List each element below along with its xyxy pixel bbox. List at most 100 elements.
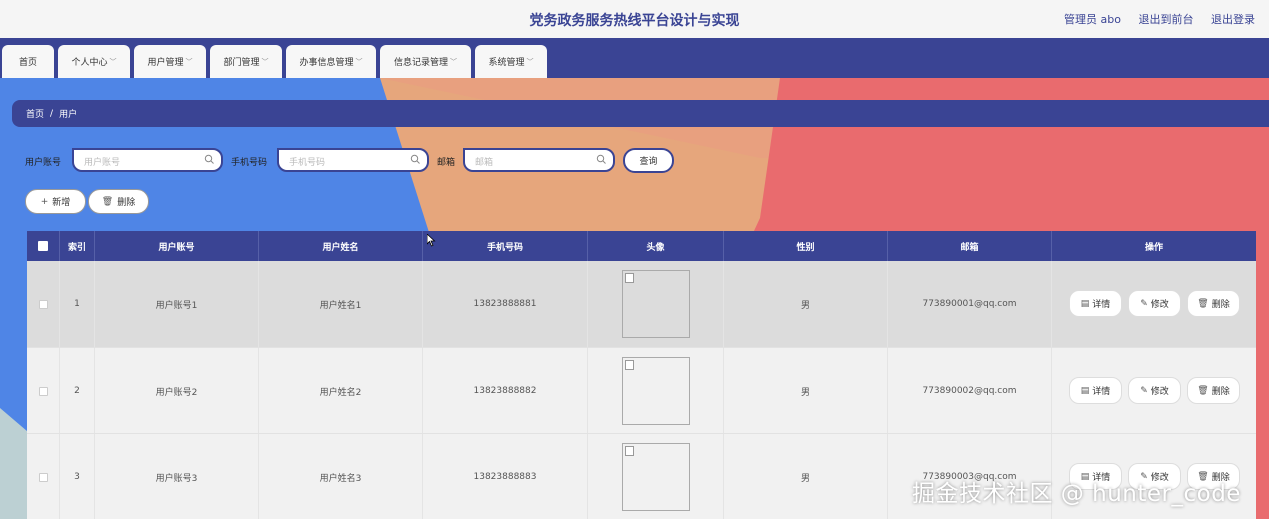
- pencil-icon: ✎: [1140, 298, 1148, 309]
- cell-account: 用户账号3: [95, 434, 259, 519]
- cell-email: 773890002@qq.com: [888, 348, 1052, 434]
- breadcrumb-home[interactable]: 首页: [26, 107, 44, 120]
- chevron-down-icon: ﹀: [355, 57, 363, 66]
- search-icon: [596, 154, 606, 164]
- nav-home-label: 首页: [18, 58, 37, 68]
- pencil-icon: ✎: [1140, 385, 1148, 396]
- table-header: 索引 用户账号 用户姓名 手机号码 头像 性别 邮箱 操作: [27, 231, 1256, 261]
- breadcrumb: 首页 / 用户: [12, 100, 1269, 127]
- delete-button-label: 删除: [1211, 387, 1230, 397]
- cell-phone: 13823888881: [423, 261, 588, 347]
- cell-name: 用户姓名2: [259, 348, 423, 434]
- select-all-checkbox[interactable]: [38, 241, 48, 251]
- cell-account: 用户账号2: [95, 348, 259, 434]
- nav-affairs-info-management-label: 办事信息管理: [299, 58, 354, 68]
- detail-button-label: 详情: [1092, 387, 1111, 397]
- batch-delete-button-label: 删除: [117, 198, 136, 208]
- document-icon: ▤: [1080, 385, 1090, 396]
- nav-personal-center-label: 个人中心: [71, 58, 108, 68]
- cell-email: 773890001@qq.com: [888, 261, 1052, 347]
- cell-name: 用户姓名3: [259, 434, 423, 519]
- cell-index: 3: [60, 434, 95, 519]
- chevron-down-icon: ﹀: [450, 57, 457, 66]
- delete-button-label: 删除: [1211, 300, 1230, 310]
- phone-search-input[interactable]: 手机号码: [277, 148, 429, 172]
- col-account: 用户账号: [95, 231, 259, 261]
- col-email: 邮箱: [888, 231, 1052, 261]
- cell-index: 1: [60, 261, 95, 347]
- phone-search-label: 手机号码: [231, 158, 268, 168]
- col-actions: 操作: [1144, 242, 1163, 253]
- cell-actions: ▤ 详情 ✎ 修改 🗑 删除: [1052, 261, 1256, 347]
- detail-button[interactable]: ▤ 详情: [1069, 290, 1122, 317]
- nav-personal-center[interactable]: 个人中心 ﹀: [58, 45, 130, 78]
- nav-user-management[interactable]: 用户管理 ﹀: [134, 45, 206, 78]
- cell-actions: ▤ 详情 ✎ 修改 🗑 删除: [1052, 348, 1256, 434]
- account-search-label: 用户账号: [25, 158, 62, 168]
- breadcrumb-separator: /: [50, 108, 54, 119]
- breadcrumb-current: 用户: [59, 110, 78, 120]
- nav-affairs-info-management[interactable]: 办事信息管理 ﹀: [286, 45, 376, 78]
- nav-system-management-label: 系统管理: [488, 58, 525, 68]
- trash-icon: 🗑: [101, 196, 114, 207]
- edit-button[interactable]: ✎ 修改: [1128, 290, 1181, 317]
- edit-button-label: 修改: [1150, 387, 1169, 397]
- delete-button[interactable]: 🗑 删除: [1187, 290, 1240, 317]
- main-nav: 首页 个人中心 ﹀ 用户管理 ﹀ 部门管理 ﹀ 办事信息管理 ﹀ 信息记录管理 ﹀ 系统管…: [0, 38, 1269, 78]
- col-phone: 手机号码: [423, 231, 588, 261]
- edit-button[interactable]: ✎ 修改: [1128, 377, 1181, 404]
- row-checkbox[interactable]: [38, 299, 48, 309]
- table-row[interactable]: 2 用户账号2 用户姓名2 13823888882 男 773890002@qq…: [27, 347, 1256, 434]
- document-icon: ▤: [1080, 298, 1090, 309]
- query-button-label: 查询: [639, 157, 658, 167]
- logout-link[interactable]: 退出登录: [1211, 13, 1255, 26]
- trash-icon: 🗑: [1197, 385, 1209, 396]
- search-icon: [204, 154, 214, 164]
- cell-index: 2: [60, 348, 95, 434]
- row-checkbox[interactable]: [38, 472, 48, 482]
- row-checkbox[interactable]: [38, 386, 48, 396]
- search-icon: [410, 154, 420, 164]
- col-index: 索引: [60, 231, 95, 261]
- detail-button-label: 详情: [1092, 300, 1111, 310]
- broken-image-icon: [624, 446, 634, 456]
- edit-button-label: 修改: [1150, 300, 1169, 310]
- row-select-cell: [27, 261, 60, 347]
- nav-info-record-management-label: 信息记录管理: [393, 58, 448, 68]
- watermark: 掘金技术社区 @ hunter_code: [912, 481, 1241, 507]
- cell-avatar: [588, 348, 724, 434]
- back-to-front-link[interactable]: 退出到前台: [1139, 13, 1194, 26]
- avatar: [621, 270, 690, 338]
- nav-department-management[interactable]: 部门管理 ﹀: [210, 45, 282, 78]
- row-select-cell: [27, 348, 60, 434]
- broken-image-icon: [624, 360, 634, 370]
- cell-account: 用户账号1: [95, 261, 259, 347]
- plus-icon: +: [40, 196, 49, 207]
- cell-phone: 13823888882: [423, 348, 588, 434]
- col-name: 用户姓名: [259, 231, 423, 261]
- cell-avatar: [588, 261, 724, 347]
- cell-phone: 13823888883: [423, 434, 588, 519]
- add-button[interactable]: + 新增: [25, 189, 86, 214]
- delete-button[interactable]: 🗑 删除: [1187, 377, 1240, 404]
- add-button-label: 新增: [52, 198, 71, 208]
- col-avatar: 头像: [588, 231, 724, 261]
- nav-info-record-management[interactable]: 信息记录管理 ﹀: [380, 45, 471, 78]
- table-row[interactable]: 1 用户账号1 用户姓名1 13823888881 男 773890001@qq…: [27, 261, 1256, 348]
- nav-home[interactable]: 首页: [2, 45, 54, 78]
- row-select-cell: [27, 434, 60, 519]
- query-button[interactable]: 查询: [623, 148, 674, 173]
- batch-delete-button[interactable]: 🗑 删除: [88, 189, 149, 214]
- nav-department-management-label: 部门管理: [223, 58, 260, 68]
- mouse-cursor-icon: [427, 234, 436, 247]
- email-search-input[interactable]: 邮箱: [463, 148, 615, 172]
- account-search-input[interactable]: 用户账号: [72, 148, 223, 172]
- detail-button[interactable]: ▤ 详情: [1069, 377, 1122, 404]
- nav-system-management[interactable]: 系统管理 ﹀: [475, 45, 547, 78]
- cell-avatar: [588, 434, 724, 519]
- cell-name: 用户姓名1: [259, 261, 423, 347]
- chevron-down-icon: ﹀: [261, 57, 269, 66]
- trash-icon: 🗑: [1197, 298, 1209, 309]
- current-user[interactable]: 管理员 abo: [1064, 13, 1121, 26]
- email-search-label: 邮箱: [437, 158, 456, 168]
